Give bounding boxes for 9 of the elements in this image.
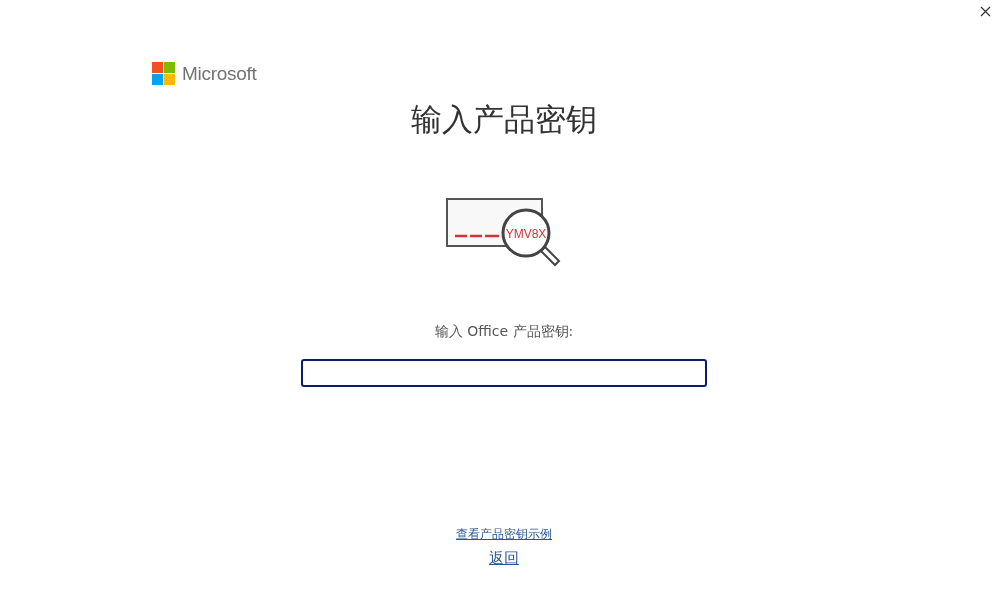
brand-name: Microsoft bbox=[182, 62, 257, 85]
product-key-drawing: YMV8X bbox=[446, 198, 562, 268]
product-key-field[interactable] bbox=[301, 359, 707, 387]
page-title: 输入产品密钥 bbox=[411, 100, 597, 139]
close-icon bbox=[979, 5, 991, 17]
logo-icon bbox=[152, 62, 175, 85]
text-link[interactable]: 查看产品密钥示例 bbox=[456, 526, 552, 543]
text-link[interactable]: 返回 bbox=[489, 549, 519, 568]
field-label: 输入 Office 产品密钥: bbox=[434, 323, 574, 341]
